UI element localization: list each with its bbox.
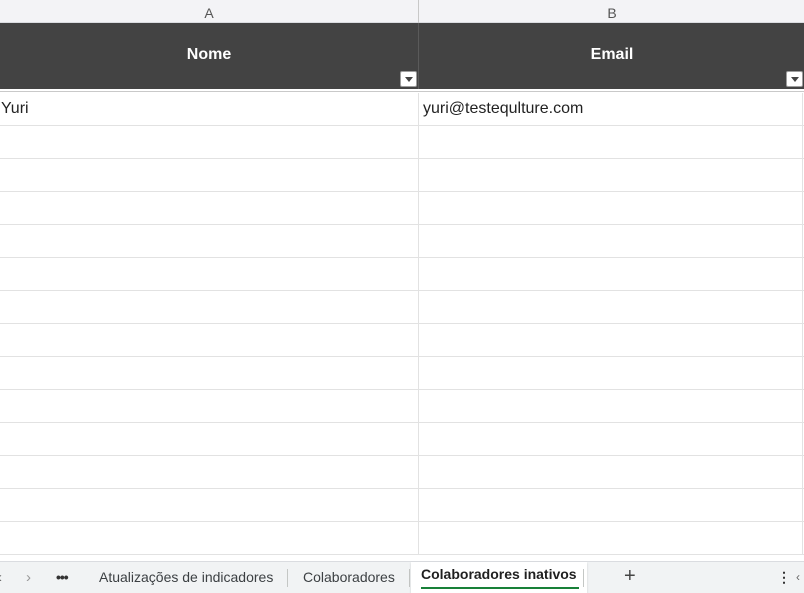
cell-email[interactable] <box>420 291 803 323</box>
cell-nome[interactable] <box>0 159 419 191</box>
tab-divider <box>287 569 288 587</box>
tab-label: Atualizações de indicadores <box>99 569 274 585</box>
chevron-right-icon[interactable]: › <box>26 562 40 593</box>
cell-nome[interactable] <box>0 126 419 158</box>
cell-nome[interactable] <box>0 324 419 356</box>
table-header-row: Nome Email <box>0 23 804 89</box>
table-row <box>0 291 804 324</box>
cell-nome[interactable] <box>0 258 419 290</box>
table-row: Yuri yuri@testequlture.com <box>0 93 804 126</box>
cell-email[interactable] <box>420 390 803 422</box>
cell-email[interactable] <box>420 522 803 554</box>
cell-nome[interactable] <box>0 291 419 323</box>
chevron-left-icon[interactable]: ‹ <box>0 562 9 593</box>
table-row <box>0 357 804 390</box>
table-row <box>0 423 804 456</box>
table-row <box>0 489 804 522</box>
cell-email[interactable]: yuri@testequlture.com <box>420 93 803 125</box>
tab-atualizacoes-de-indicadores[interactable]: Atualizações de indicadores <box>87 562 285 593</box>
cell-email[interactable] <box>420 159 803 191</box>
header-cell-nome[interactable]: Nome <box>0 23 419 89</box>
tab-colaboradores[interactable]: Colaboradores <box>291 562 407 593</box>
table-row <box>0 456 804 489</box>
cell-email[interactable] <box>420 324 803 356</box>
cell-nome[interactable] <box>0 225 419 257</box>
cell-nome[interactable] <box>0 489 419 521</box>
spreadsheet: A B Nome Email Yuri yuri@testequlture.co… <box>0 0 804 593</box>
active-tab-underline <box>421 587 579 589</box>
more-tabs-icon[interactable]: ••• <box>56 562 74 593</box>
tab-divider <box>583 569 584 587</box>
cell-email[interactable] <box>420 126 803 158</box>
cell-nome[interactable] <box>0 456 419 488</box>
header-cell-email[interactable]: Email <box>420 23 804 89</box>
table-row <box>0 225 804 258</box>
table-row <box>0 522 804 555</box>
column-letters-header: A B <box>0 0 804 23</box>
scroll-left-icon[interactable]: ‹ <box>796 562 804 593</box>
tab-label: Colaboradores inativos <box>421 566 577 582</box>
cell-email[interactable] <box>420 258 803 290</box>
filter-dropdown-icon[interactable] <box>400 71 417 87</box>
data-grid: Yuri yuri@testequlture.com <box>0 93 804 555</box>
table-row <box>0 192 804 225</box>
cell-nome[interactable] <box>0 192 419 224</box>
table-row <box>0 324 804 357</box>
tab-label: Colaboradores <box>303 569 395 585</box>
cell-nome[interactable] <box>0 423 419 455</box>
cell-email[interactable] <box>420 225 803 257</box>
add-sheet-icon[interactable]: + <box>624 562 640 593</box>
header-divider <box>0 89 804 92</box>
cell-email[interactable] <box>420 423 803 455</box>
tab-colaboradores-inativos[interactable]: Colaboradores inativos <box>411 562 587 593</box>
cell-email[interactable] <box>420 357 803 389</box>
filter-dropdown-icon[interactable] <box>786 71 803 87</box>
cell-email[interactable] <box>420 456 803 488</box>
cell-email[interactable] <box>420 489 803 521</box>
table-row <box>0 390 804 423</box>
cell-email[interactable] <box>420 192 803 224</box>
cell-nome[interactable] <box>0 357 419 389</box>
table-row <box>0 126 804 159</box>
column-header-a[interactable]: A <box>0 0 419 23</box>
table-row <box>0 159 804 192</box>
header-label-email: Email <box>590 46 634 63</box>
cell-nome[interactable]: Yuri <box>0 93 419 125</box>
table-row <box>0 258 804 291</box>
more-vert-icon[interactable]: ⋮ <box>777 562 791 593</box>
header-label-nome: Nome <box>186 46 232 63</box>
sheet-tabs-bar: ‹ › ••• Atualizações de indicadores Cola… <box>0 561 804 593</box>
tab-divider <box>409 569 410 587</box>
cell-nome[interactable] <box>0 390 419 422</box>
cell-nome[interactable] <box>0 522 419 554</box>
column-header-b[interactable]: B <box>420 0 804 23</box>
